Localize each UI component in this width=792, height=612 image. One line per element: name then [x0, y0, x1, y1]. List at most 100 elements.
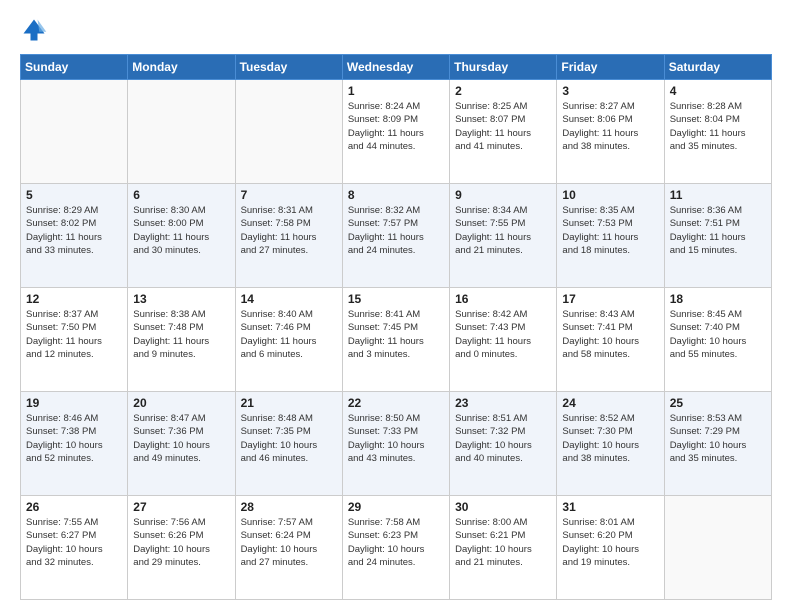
day-info: Sunrise: 8:38 AM Sunset: 7:48 PM Dayligh… — [133, 308, 229, 361]
calendar-cell: 20 Sunrise: 8:47 AM Sunset: 7:36 PM Dayli… — [128, 392, 235, 496]
day-number: 4 — [670, 84, 766, 98]
day-number: 18 — [670, 292, 766, 306]
calendar-cell: 15Sunrise: 8:41 AM Sunset: 7:45 PM Dayli… — [342, 288, 449, 392]
day-number: 29 — [348, 500, 444, 514]
calendar-cell: 29 Sunrise: 7:58 AM Sunset: 6:23 PM Dayli… — [342, 496, 449, 600]
calendar-cell: 16 Sunrise: 8:42 AM Sunset: 7:43 PM Dayli… — [450, 288, 557, 392]
calendar-week-row: 12 Sunrise: 8:37 AM Sunset: 7:50 PM Dayli… — [21, 288, 772, 392]
day-info: Sunrise: 8:47 AM Sunset: 7:36 PM Dayligh… — [133, 412, 229, 465]
day-info: Sunrise: 8:45 AM Sunset: 7:40 PM Dayligh… — [670, 308, 766, 361]
day-info: Sunrise: 8:24 AM Sunset: 8:09 PM Dayligh… — [348, 100, 444, 153]
calendar-cell: 10 Sunrise: 8:35 AM Sunset: 7:53 PM Dayli… — [557, 184, 664, 288]
calendar-cell: 25 Sunrise: 8:53 AM Sunset: 7:29 PM Dayli… — [664, 392, 771, 496]
day-number: 17 — [562, 292, 658, 306]
calendar-cell: 21 Sunrise: 8:48 AM Sunset: 7:35 PM Dayli… — [235, 392, 342, 496]
day-number: 26 — [26, 500, 122, 514]
day-number: 5 — [26, 188, 122, 202]
day-number: 14 — [241, 292, 337, 306]
calendar-cell: 4 Sunrise: 8:28 AM Sunset: 8:04 PM Daylig… — [664, 80, 771, 184]
day-info: Sunrise: 8:53 AM Sunset: 7:29 PM Dayligh… — [670, 412, 766, 465]
logo-icon — [20, 16, 48, 44]
calendar-cell: 5 Sunrise: 8:29 AM Sunset: 8:02 PM Daylig… — [21, 184, 128, 288]
day-info: Sunrise: 8:42 AM Sunset: 7:43 PM Dayligh… — [455, 308, 551, 361]
calendar-cell: 31 Sunrise: 8:01 AM Sunset: 6:20 PM Dayli… — [557, 496, 664, 600]
calendar-cell: 3 Sunrise: 8:27 AM Sunset: 8:06 PM Daylig… — [557, 80, 664, 184]
day-info: Sunrise: 7:58 AM Sunset: 6:23 PM Dayligh… — [348, 516, 444, 569]
day-number: 12 — [26, 292, 122, 306]
calendar-cell: 19 Sunrise: 8:46 AM Sunset: 7:38 PM Dayli… — [21, 392, 128, 496]
weekday-header: Wednesday — [342, 55, 449, 80]
weekday-header: Sunday — [21, 55, 128, 80]
weekday-header: Monday — [128, 55, 235, 80]
day-info: Sunrise: 8:37 AM Sunset: 7:50 PM Dayligh… — [26, 308, 122, 361]
calendar-cell — [235, 80, 342, 184]
day-number: 13 — [133, 292, 229, 306]
day-info: Sunrise: 8:25 AM Sunset: 8:07 PM Dayligh… — [455, 100, 551, 153]
day-number: 31 — [562, 500, 658, 514]
calendar-cell: 9 Sunrise: 8:34 AM Sunset: 7:55 PM Daylig… — [450, 184, 557, 288]
calendar-cell: 22 Sunrise: 8:50 AM Sunset: 7:33 PM Dayli… — [342, 392, 449, 496]
day-number: 24 — [562, 396, 658, 410]
day-number: 22 — [348, 396, 444, 410]
day-info: Sunrise: 8:50 AM Sunset: 7:33 PM Dayligh… — [348, 412, 444, 465]
day-number: 20 — [133, 396, 229, 410]
day-info: Sunrise: 8:30 AM Sunset: 8:00 PM Dayligh… — [133, 204, 229, 257]
calendar-cell — [664, 496, 771, 600]
calendar-cell — [128, 80, 235, 184]
day-number: 28 — [241, 500, 337, 514]
day-number: 2 — [455, 84, 551, 98]
day-info: Sunrise: 8:29 AM Sunset: 8:02 PM Dayligh… — [26, 204, 122, 257]
day-info: Sunrise: 8:43 AM Sunset: 7:41 PM Dayligh… — [562, 308, 658, 361]
day-info: Sunrise: 7:56 AM Sunset: 6:26 PM Dayligh… — [133, 516, 229, 569]
day-info: Sunrise: 8:46 AM Sunset: 7:38 PM Dayligh… — [26, 412, 122, 465]
weekday-header: Tuesday — [235, 55, 342, 80]
day-info: Sunrise: 8:40 AM Sunset: 7:46 PM Dayligh… — [241, 308, 337, 361]
day-info: Sunrise: 8:27 AM Sunset: 8:06 PM Dayligh… — [562, 100, 658, 153]
day-number: 21 — [241, 396, 337, 410]
day-number: 25 — [670, 396, 766, 410]
calendar-cell: 24 Sunrise: 8:52 AM Sunset: 7:30 PM Dayli… — [557, 392, 664, 496]
calendar-cell: 2 Sunrise: 8:25 AM Sunset: 8:07 PM Daylig… — [450, 80, 557, 184]
day-info: Sunrise: 8:00 AM Sunset: 6:21 PM Dayligh… — [455, 516, 551, 569]
calendar-cell: 14 Sunrise: 8:40 AM Sunset: 7:46 PM Dayli… — [235, 288, 342, 392]
day-number: 7 — [241, 188, 337, 202]
calendar-cell: 8Sunrise: 8:32 AM Sunset: 7:57 PM Daylig… — [342, 184, 449, 288]
calendar-week-row: 5 Sunrise: 8:29 AM Sunset: 8:02 PM Daylig… — [21, 184, 772, 288]
calendar-cell: 6 Sunrise: 8:30 AM Sunset: 8:00 PM Daylig… — [128, 184, 235, 288]
day-number: 27 — [133, 500, 229, 514]
day-info: Sunrise: 8:01 AM Sunset: 6:20 PM Dayligh… — [562, 516, 658, 569]
calendar-cell: 12 Sunrise: 8:37 AM Sunset: 7:50 PM Dayli… — [21, 288, 128, 392]
weekday-header: Thursday — [450, 55, 557, 80]
day-number: 16 — [455, 292, 551, 306]
day-info: Sunrise: 8:51 AM Sunset: 7:32 PM Dayligh… — [455, 412, 551, 465]
day-info: Sunrise: 8:36 AM Sunset: 7:51 PM Dayligh… — [670, 204, 766, 257]
calendar-cell: 26Sunrise: 7:55 AM Sunset: 6:27 PM Dayli… — [21, 496, 128, 600]
day-info: Sunrise: 8:31 AM Sunset: 7:58 PM Dayligh… — [241, 204, 337, 257]
day-info: Sunrise: 8:35 AM Sunset: 7:53 PM Dayligh… — [562, 204, 658, 257]
calendar: SundayMondayTuesdayWednesdayThursdayFrid… — [20, 54, 772, 600]
logo — [20, 16, 52, 44]
page: SundayMondayTuesdayWednesdayThursdayFrid… — [0, 0, 792, 612]
calendar-cell: 11 Sunrise: 8:36 AM Sunset: 7:51 PM Dayli… — [664, 184, 771, 288]
calendar-week-row: 19 Sunrise: 8:46 AM Sunset: 7:38 PM Dayli… — [21, 392, 772, 496]
calendar-week-row: 26Sunrise: 7:55 AM Sunset: 6:27 PM Dayli… — [21, 496, 772, 600]
day-info: Sunrise: 8:48 AM Sunset: 7:35 PM Dayligh… — [241, 412, 337, 465]
calendar-cell: 30Sunrise: 8:00 AM Sunset: 6:21 PM Dayli… — [450, 496, 557, 600]
day-number: 10 — [562, 188, 658, 202]
calendar-header-row: SundayMondayTuesdayWednesdayThursdayFrid… — [21, 55, 772, 80]
header — [20, 16, 772, 44]
day-info: Sunrise: 8:28 AM Sunset: 8:04 PM Dayligh… — [670, 100, 766, 153]
weekday-header: Friday — [557, 55, 664, 80]
calendar-cell: 7 Sunrise: 8:31 AM Sunset: 7:58 PM Daylig… — [235, 184, 342, 288]
day-info: Sunrise: 7:57 AM Sunset: 6:24 PM Dayligh… — [241, 516, 337, 569]
day-number: 6 — [133, 188, 229, 202]
day-number: 1 — [348, 84, 444, 98]
day-number: 9 — [455, 188, 551, 202]
day-info: Sunrise: 8:34 AM Sunset: 7:55 PM Dayligh… — [455, 204, 551, 257]
day-number: 19 — [26, 396, 122, 410]
day-info: Sunrise: 8:52 AM Sunset: 7:30 PM Dayligh… — [562, 412, 658, 465]
day-number: 3 — [562, 84, 658, 98]
day-info: Sunrise: 8:41 AM Sunset: 7:45 PM Dayligh… — [348, 308, 444, 361]
calendar-week-row: 1 Sunrise: 8:24 AM Sunset: 8:09 PM Daylig… — [21, 80, 772, 184]
day-number: 11 — [670, 188, 766, 202]
